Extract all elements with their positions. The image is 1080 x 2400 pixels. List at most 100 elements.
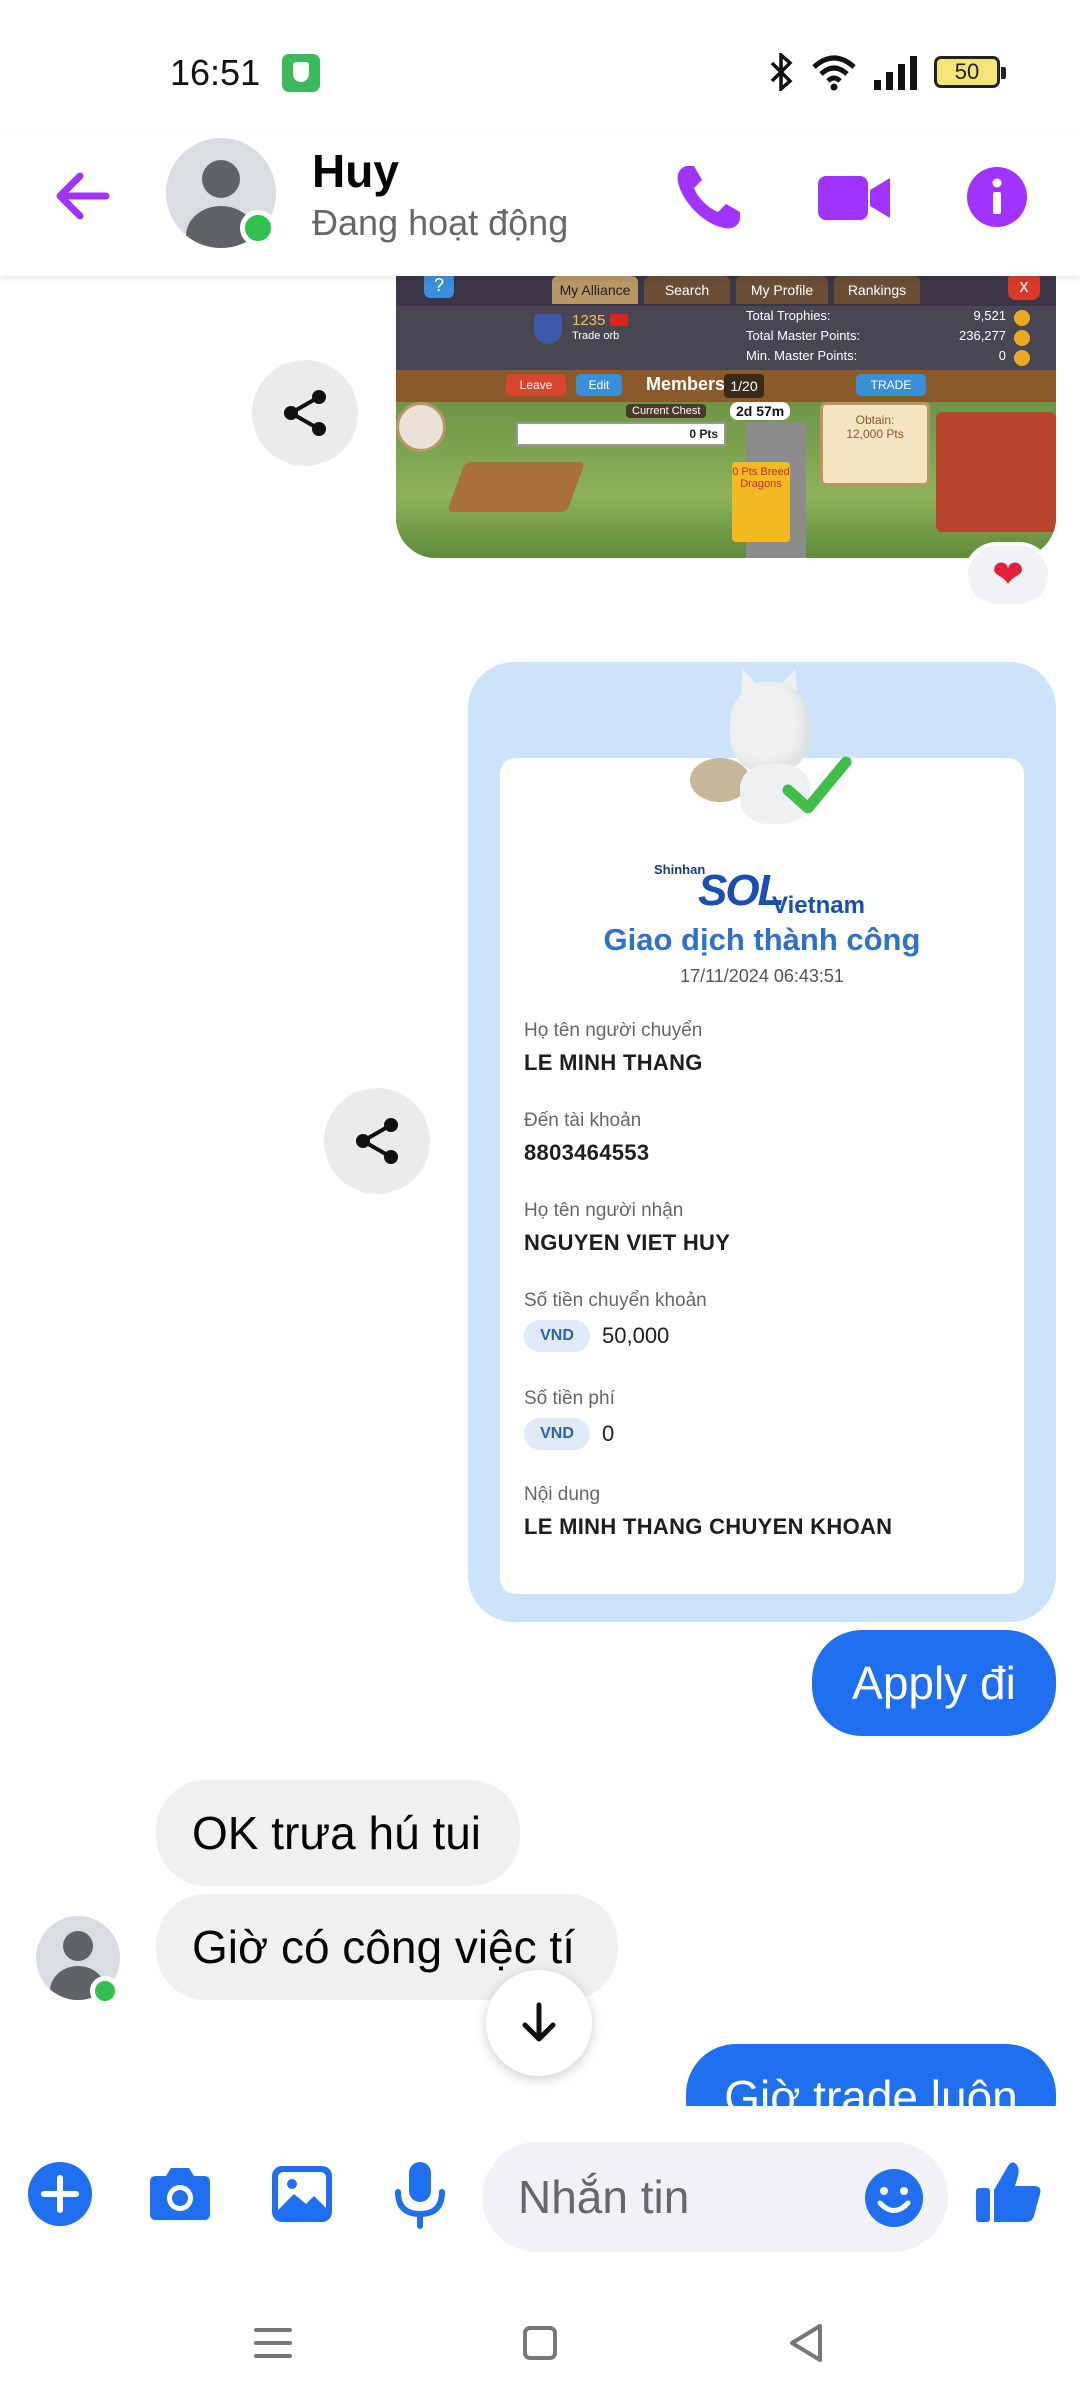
field-value: LE MINH THANG (524, 1050, 703, 1075)
video-call-button[interactable] (808, 152, 898, 242)
game-members-bar: Leave Edit Members 1/20 TRADE (396, 370, 1056, 402)
arrow-left-icon (56, 172, 110, 220)
field-value: LE MINH THANG CHUYEN KHOAN (524, 1514, 893, 1539)
game-obtain-card: Obtain: 12,000 Pts (820, 402, 930, 486)
emoji-button[interactable] (862, 2166, 926, 2230)
contact-name[interactable]: Huy (312, 144, 399, 198)
gallery-button[interactable] (262, 2154, 342, 2234)
sent-message[interactable]: Apply đi (812, 1630, 1056, 1736)
microphone-icon (395, 2162, 445, 2229)
contact-status: Đang hoạt động (312, 202, 569, 243)
receipt-datetime: 17/11/2024 06:43:51 (680, 966, 844, 986)
game-chest-label: Current Chest (626, 404, 707, 418)
received-message[interactable]: OK trưa hú tui (156, 1780, 520, 1886)
amount-row: VND 50,000 (524, 1320, 1004, 1352)
game-edit-label: Edit (576, 374, 622, 396)
alliance-level: 1235 (572, 312, 606, 329)
receipt-field-fee: Số tiền phí VND 0 (524, 1388, 1004, 1450)
chat-header: Huy Đang hoạt động (0, 130, 1080, 276)
fox-mascot-illustration (690, 664, 852, 838)
game-timer: 2d 57m (730, 402, 791, 420)
game-player-avatar (396, 402, 446, 452)
field-label: Họ tên người nhận (524, 1200, 684, 1221)
stat-label: Total Master Points: (746, 328, 861, 343)
camera-icon (150, 2168, 210, 2220)
system-navigation-bar (0, 2286, 1080, 2400)
fee-row: VND 0 (524, 1418, 1004, 1450)
alliance-stats: Total Trophies: 9,521 Total Master Points… (746, 308, 1036, 368)
stat-row: Total Master Points: 236,277 (746, 328, 1036, 348)
currency-badge: VND (524, 1320, 590, 1352)
stat-value: 0 (998, 348, 1006, 363)
status-bar: 16:51 50 (0, 0, 1080, 130)
stat-value: 9,521 (973, 308, 1006, 323)
voice-call-button[interactable] (664, 152, 754, 242)
square-icon (523, 2326, 557, 2360)
bank-receipt-image[interactable]: Shinhan SOL Vietnam Giao dịch thành công… (468, 662, 1056, 1622)
back-nav-button[interactable] (772, 2308, 842, 2378)
recent-apps-button[interactable] (238, 2308, 308, 2378)
message-composer (0, 2106, 1080, 2286)
game-scene: Current Chest 0 Pts 2d 57m 0 Pts Breed D… (396, 402, 1056, 558)
game-tabs: ? My Alliance Search My Profile Rankings… (396, 276, 1056, 306)
game-member-row: 0 Pts (516, 422, 726, 446)
share-button[interactable] (252, 360, 358, 466)
game-trade-label: TRADE (856, 374, 926, 396)
game-screenshot-image[interactable]: ? My Alliance Search My Profile Rankings… (396, 276, 1056, 558)
medal-icon (1014, 350, 1030, 366)
info-button[interactable] (952, 152, 1042, 242)
field-label: Đến tài khoản (524, 1110, 642, 1131)
back-button[interactable] (48, 160, 120, 232)
sent-message[interactable]: Giờ trade luôn (686, 2044, 1056, 2106)
stat-row: Total Trophies: 9,521 (746, 308, 1036, 328)
game-house-graphic (936, 412, 1056, 532)
game-help-icon: ? (424, 276, 454, 298)
game-tab: My Profile (736, 276, 828, 304)
receipt-field-amount: Số tiền chuyển khoản VND 50,000 (524, 1290, 1004, 1352)
home-button[interactable] (505, 2308, 575, 2378)
heart-reaction[interactable]: ❤ (964, 542, 1052, 608)
stat-value: 236,277 (959, 328, 1006, 343)
game-tab: My Alliance (552, 276, 638, 304)
share-button[interactable] (324, 1088, 430, 1194)
game-alliance-info: 1235 Trade orb Total Trophies: 9,521 Tota… (396, 306, 1056, 370)
share-icon (356, 1118, 398, 1164)
game-obtain-points: 12,000 Pts (846, 427, 904, 441)
receipt-field-receiver: Họ tên người nhận NGUYEN VIET HUY (524, 1200, 1004, 1256)
plus-circle-icon (28, 2162, 92, 2226)
game-obtain-label: Obtain: (855, 413, 895, 427)
info-icon (967, 167, 1027, 227)
stat-label: Min. Master Points: (746, 348, 858, 363)
trophy-icon (1014, 310, 1030, 326)
game-member-count: 1/20 (724, 374, 764, 398)
game-close-icon: x (1008, 276, 1040, 300)
receipt-field-sender: Họ tên người chuyển LE MINH THANG (524, 1020, 1004, 1076)
receipt-field-content: Nội dung LE MINH THANG CHUYEN KHOAN (524, 1484, 1004, 1540)
arrow-down-icon (522, 2002, 556, 2042)
game-member-points: 0 Pts (689, 427, 718, 441)
thumbs-up-icon (976, 2162, 1041, 2222)
stat-row: Min. Master Points: 0 (746, 348, 1036, 368)
alliance-shield-icon (534, 314, 562, 344)
game-leave-label: Leave (506, 374, 566, 396)
camera-button[interactable] (140, 2154, 220, 2234)
voice-message-button[interactable] (380, 2154, 460, 2234)
wifi-icon (812, 55, 856, 91)
medal-icon (1014, 330, 1030, 346)
logo-word: SOL (698, 866, 784, 915)
logo-country: Vietnam (772, 892, 865, 919)
alliance-subtitle: Trade orb (572, 330, 620, 342)
security-shield-icon (282, 54, 320, 92)
message-list[interactable]: ? My Alliance Search My Profile Rankings… (0, 276, 1080, 2106)
more-actions-button[interactable] (20, 2154, 100, 2234)
checkmark-icon (782, 756, 852, 814)
game-table-graphic (446, 462, 586, 512)
field-label: Số tiền chuyển khoản (524, 1290, 707, 1311)
game-members-label: Members (646, 374, 726, 394)
menu-lines-icon (254, 2328, 292, 2358)
signal-icon (874, 56, 917, 90)
scroll-to-bottom-button[interactable] (486, 1970, 592, 2076)
like-button[interactable] (968, 2154, 1048, 2234)
receipt-field-account: Đến tài khoản 8803464553 (524, 1110, 1004, 1166)
bluetooth-icon (770, 53, 793, 91)
